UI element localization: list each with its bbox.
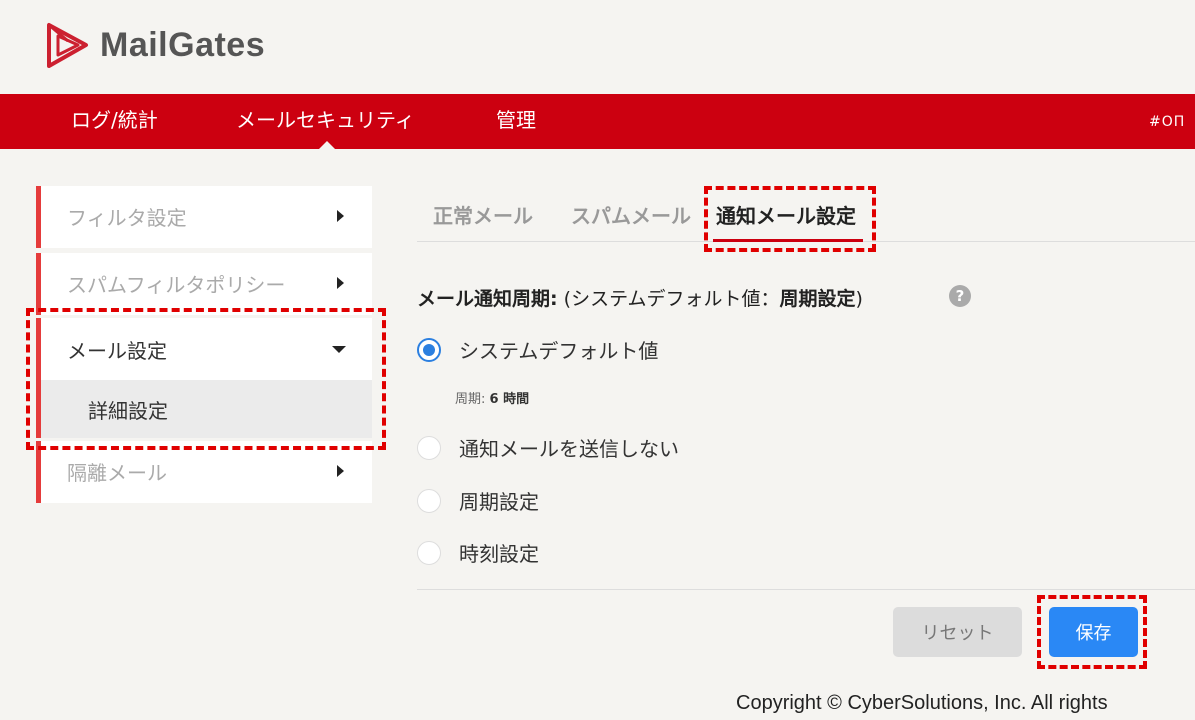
period-label: 周期: [455,392,486,407]
help-icon[interactable]: ? [949,285,971,307]
save-button[interactable]: 保存 [1049,607,1138,657]
nav-item-log-stats[interactable]: ログ/統計 [71,94,158,149]
nav-item-admin[interactable]: 管理 [496,94,536,149]
chevron-right-icon [337,277,344,289]
notification-cycle-label: メール通知周期: (システムデフォルト値：周期設定) [417,284,863,311]
chevron-right-icon [337,465,344,477]
sidebar-item-spam-filter-policy[interactable]: スパムフィルタポリシー [36,253,372,315]
logo[interactable]: MailGates [46,20,265,70]
copyright-text: Copyright © CyberSolutions, Inc. All rig… [736,692,1108,714]
active-tab-underline [713,239,863,242]
section-title: メール通知周期: [417,288,558,310]
chevron-down-icon [332,346,346,353]
mailgates-logo-icon [47,23,88,68]
radio-system-default[interactable]: システムデフォルト値 [417,335,658,364]
default-note-value: 周期設定 [779,288,856,310]
form-divider [417,589,1195,590]
sidebar-subitem-label: 詳細設定 [88,399,168,423]
radio-time-setting[interactable]: 時刻設定 [417,538,539,567]
sidebar-item-mail-settings[interactable]: メール設定 [36,318,372,380]
period-info: 周期: 6 時間 [455,388,529,407]
radio-button[interactable] [417,540,441,565]
tab-notification-settings[interactable]: 通知メール設定 [716,200,856,229]
radio-cycle-setting[interactable]: 周期設定 [417,486,539,515]
radio-label: 周期設定 [459,490,539,514]
radio-button[interactable] [417,337,441,362]
main-nav: ログ/統計 メールセキュリティ 管理 [0,94,1195,149]
sidebar-item-filter-settings[interactable]: フィルタ設定 [36,186,372,248]
reset-button[interactable]: リセット [893,607,1022,657]
header: MailGates [0,0,1195,94]
sidebar-item-quarantine[interactable]: 隔離メール [36,441,372,503]
user-menu[interactable]: #ОП [1149,114,1195,134]
default-note-prefix: (システムデフォルト値： [563,288,780,310]
sidebar-item-label: スパムフィルタポリシー [67,273,286,297]
tab-spam-mail[interactable]: スパムメール [571,200,691,229]
logo-text: MailGates [100,25,266,64]
nav-active-caret [318,141,336,150]
radio-button[interactable] [417,435,441,460]
sidebar-item-label: フィルタ設定 [67,206,187,230]
radio-button[interactable] [417,488,441,513]
sidebar-subitem-detail-settings[interactable]: 詳細設定 [36,380,372,438]
chevron-right-icon [337,210,344,222]
radio-no-notification[interactable]: 通知メールを送信しない [417,433,679,462]
period-value: 6 時間 [489,392,530,407]
tab-normal-mail[interactable]: 正常メール [433,200,533,229]
radio-label: 時刻設定 [459,542,539,566]
radio-label: システムデフォルト値 [459,339,659,363]
sidebar-item-label: 隔離メール [67,461,167,485]
default-note-suffix: ) [855,288,863,310]
sidebar-item-label: メール設定 [67,339,167,363]
radio-label: 通知メールを送信しない [459,437,679,461]
